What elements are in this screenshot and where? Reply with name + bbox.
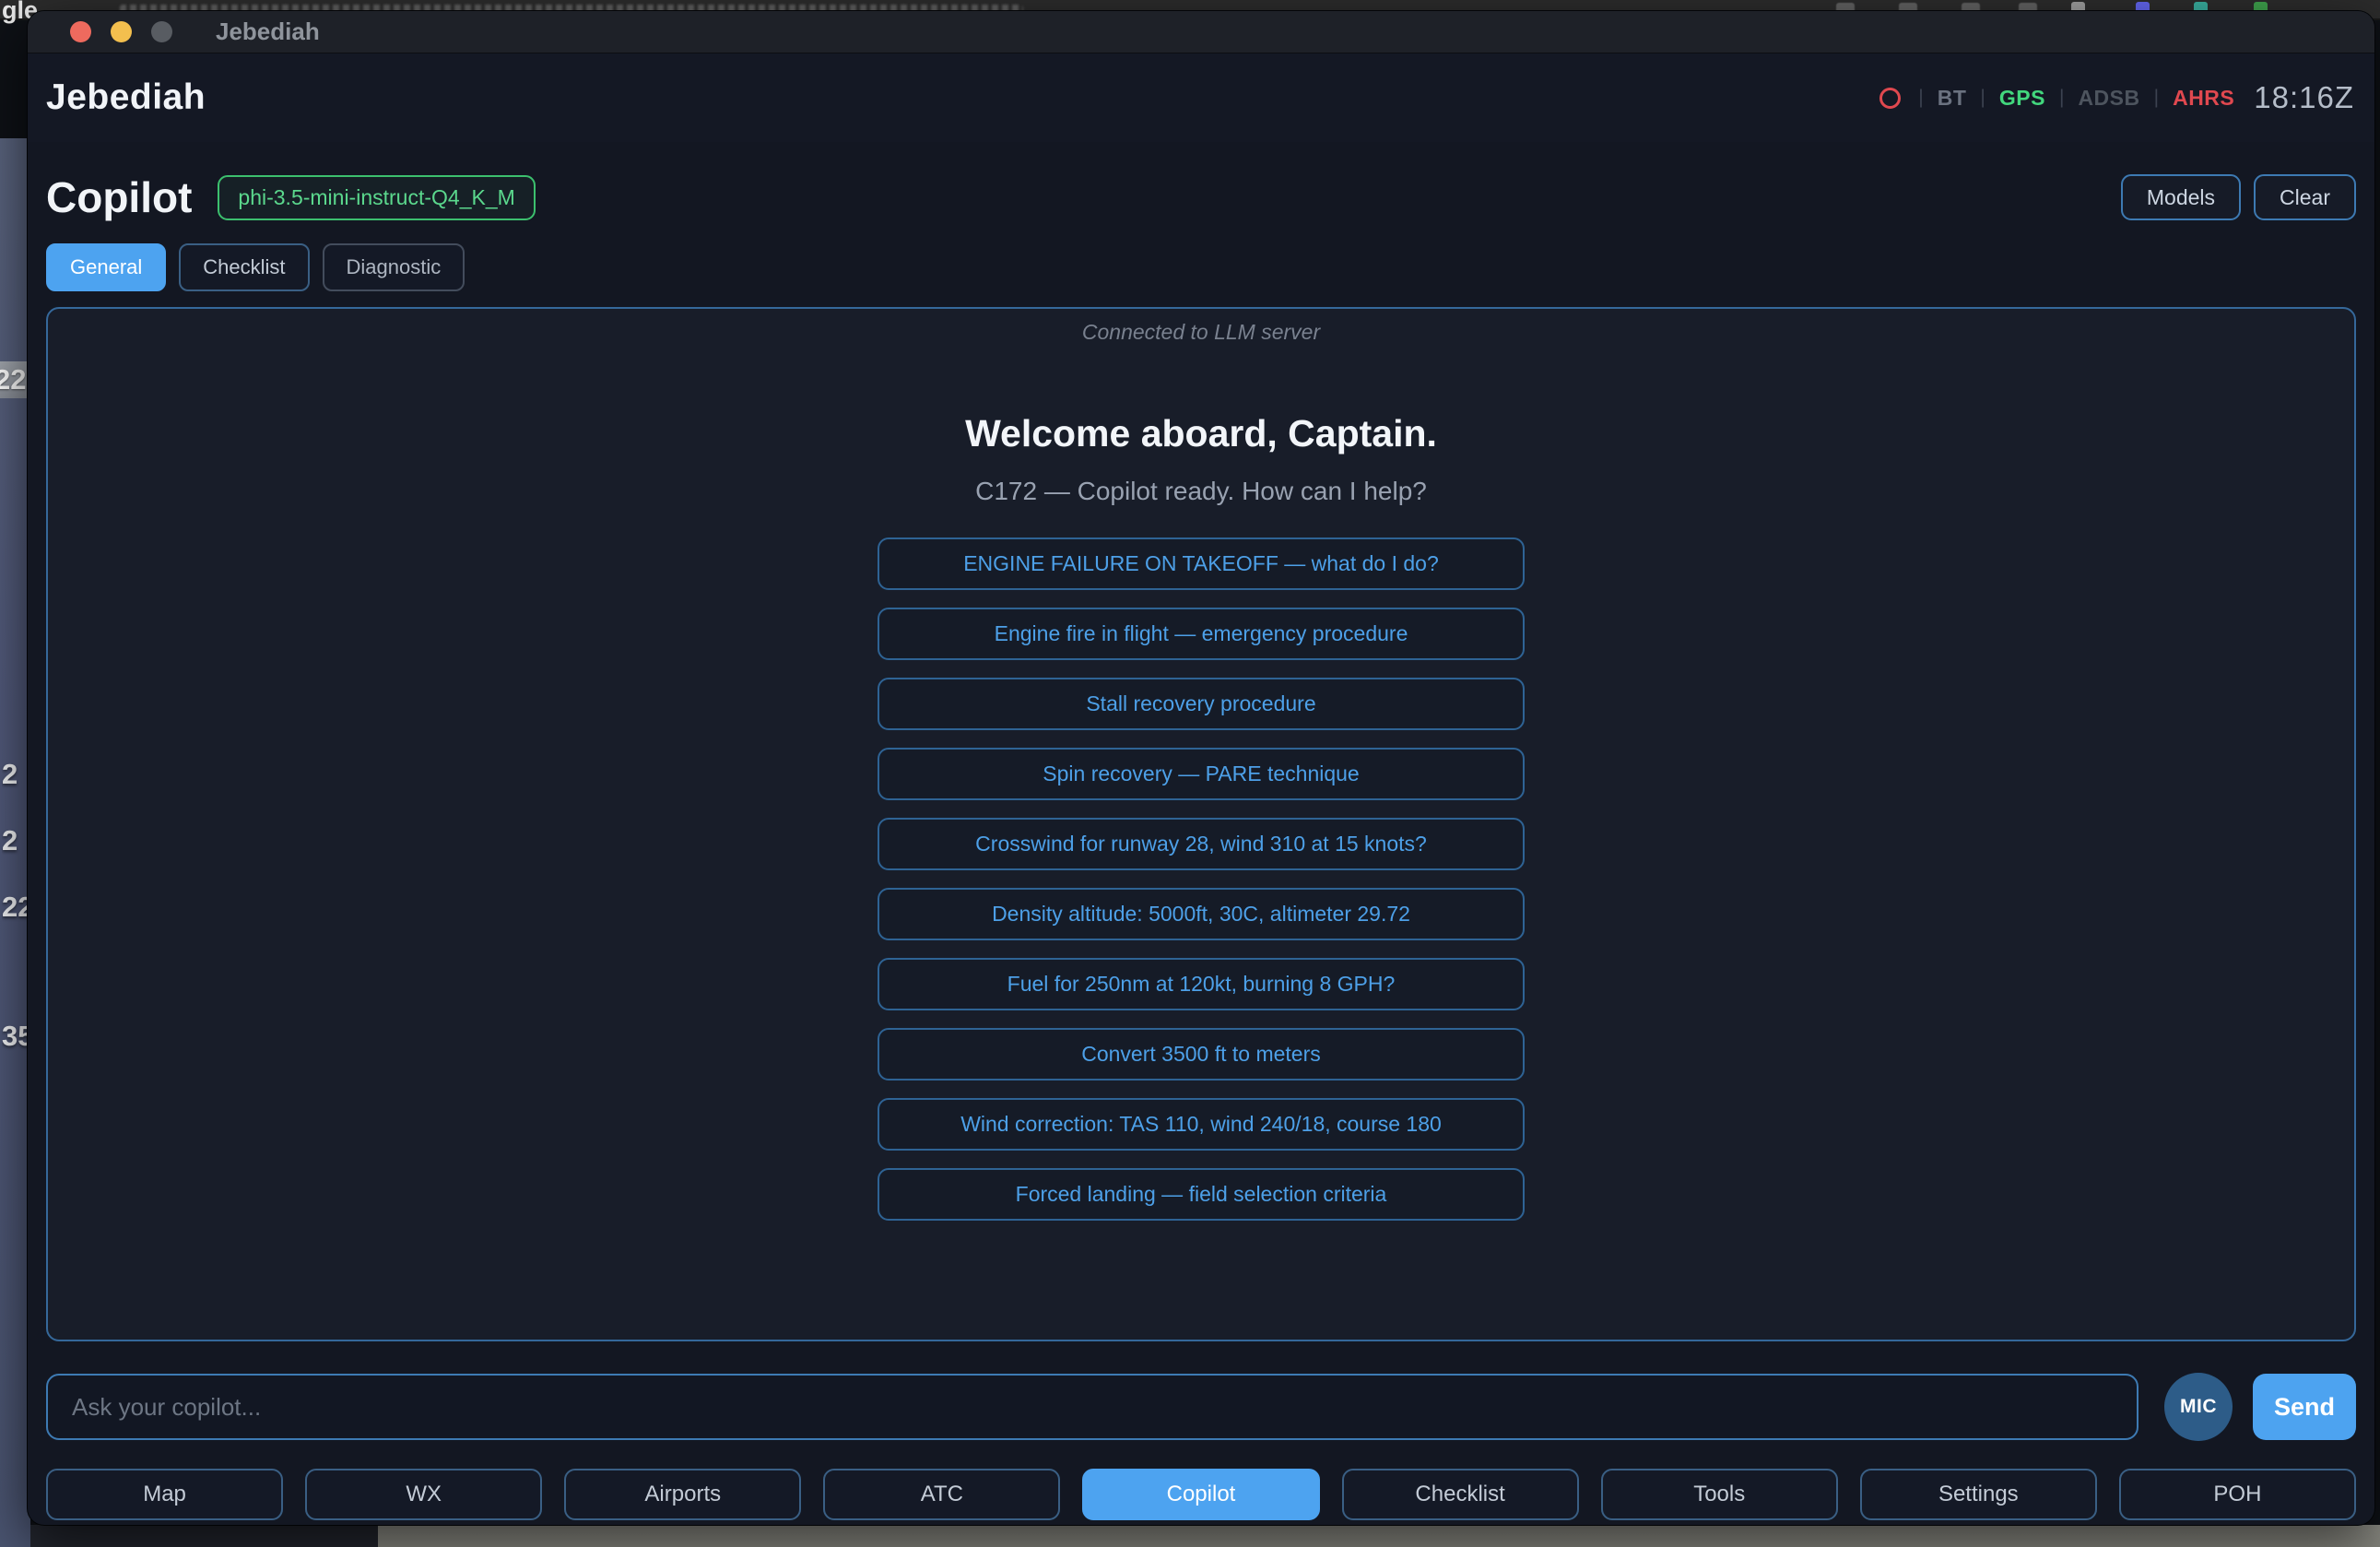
status-bt: BT: [1938, 86, 1967, 111]
composer-row: MIC Send: [46, 1372, 2356, 1442]
suggestion-button[interactable]: Convert 3500 ft to meters: [878, 1028, 1525, 1081]
suggestion-button[interactable]: ENGINE FAILURE ON TAKEOFF — what do I do…: [878, 537, 1525, 590]
nav-item-settings[interactable]: Settings: [1860, 1469, 2097, 1520]
status-separator: |: [2154, 87, 2159, 109]
close-button[interactable]: [70, 21, 91, 42]
window-title: Jebediah: [216, 18, 320, 46]
suggestion-button[interactable]: Fuel for 250nm at 120kt, burning 8 GPH?: [878, 958, 1525, 1010]
app-window: Jebediah Jebediah | BT | GPS | ADSB | AH…: [28, 11, 2374, 1525]
status-separator: |: [1980, 87, 1985, 109]
bottom-nav: Map WX Airports ATC Copilot Checklist To…: [46, 1469, 2356, 1520]
status-cluster: | BT | GPS | ADSB | AHRS 18:16Z: [1879, 80, 2354, 115]
copilot-input[interactable]: [46, 1374, 2138, 1440]
app-header: Jebediah | BT | GPS | ADSB | AHRS 18:16Z: [28, 53, 2374, 142]
nav-item-tools[interactable]: Tools: [1601, 1469, 1838, 1520]
screen: gle 22 2 2 22 35 Jebediah Jebediah: [0, 0, 2380, 1547]
tab-diagnostic[interactable]: Diagnostic: [323, 243, 465, 291]
chat-panel: Connected to LLM server Welcome aboard, …: [46, 307, 2356, 1341]
welcome-title: Welcome aboard, Captain.: [48, 412, 2354, 455]
tab-checklist[interactable]: Checklist: [179, 243, 309, 291]
background-bottom-strip: [378, 1525, 2380, 1547]
tab-general[interactable]: General: [46, 243, 166, 291]
connection-status: Connected to LLM server: [48, 320, 2354, 345]
nav-item-atc[interactable]: ATC: [823, 1469, 1060, 1520]
welcome-subtitle: C172 — Copilot ready. How can I help?: [48, 477, 2354, 506]
status-adsb: ADSB: [2078, 86, 2139, 111]
nav-item-checklist[interactable]: Checklist: [1342, 1469, 1579, 1520]
chat-mode-tabs: General Checklist Diagnostic: [46, 243, 465, 291]
nav-item-map[interactable]: Map: [46, 1469, 283, 1520]
app-title: Jebediah: [46, 77, 206, 118]
suggestion-button[interactable]: Stall recovery procedure: [878, 678, 1525, 730]
copilot-actions: Models Clear: [2121, 174, 2356, 220]
status-gps: GPS: [1999, 86, 2045, 111]
zoom-button[interactable]: [151, 21, 172, 42]
suggestion-button[interactable]: Wind correction: TAS 110, wind 240/18, c…: [878, 1098, 1525, 1151]
nav-item-copilot[interactable]: Copilot: [1082, 1469, 1319, 1520]
mic-button[interactable]: MIC: [2164, 1373, 2233, 1441]
suggestion-button[interactable]: Crosswind for runway 28, wind 310 at 15 …: [878, 818, 1525, 870]
model-badge: phi-3.5-mini-instruct-Q4_K_M: [218, 175, 535, 220]
nav-item-wx[interactable]: WX: [305, 1469, 542, 1520]
page-title: Copilot: [46, 172, 192, 222]
send-button[interactable]: Send: [2253, 1374, 2356, 1440]
suggestion-button[interactable]: Forced landing — field selection criteri…: [878, 1168, 1525, 1221]
nav-item-poh[interactable]: POH: [2119, 1469, 2356, 1520]
suggestion-list: ENGINE FAILURE ON TAKEOFF — what do I do…: [878, 537, 1525, 1221]
map-label: 22: [0, 363, 26, 396]
suggestion-button[interactable]: Engine fire in flight — emergency proced…: [878, 608, 1525, 660]
models-button[interactable]: Models: [2121, 174, 2241, 220]
nav-item-airports[interactable]: Airports: [564, 1469, 801, 1520]
suggestion-button[interactable]: Spin recovery — PARE technique: [878, 748, 1525, 800]
status-ahrs: AHRS: [2173, 86, 2234, 111]
suggestion-button[interactable]: Density altitude: 5000ft, 30C, altimeter…: [878, 888, 1525, 940]
copilot-header-row: Copilot phi-3.5-mini-instruct-Q4_K_M Mod…: [46, 159, 2356, 236]
window-titlebar: Jebediah: [28, 11, 2374, 53]
clear-button[interactable]: Clear: [2254, 174, 2356, 220]
status-separator: |: [1918, 87, 1923, 109]
background-map-strip: 22 2 2 22 35: [0, 138, 30, 1547]
minimize-button[interactable]: [111, 21, 132, 42]
zulu-clock: 18:16Z: [2254, 80, 2354, 115]
background-window-shadow: [30, 1525, 378, 1547]
map-label-badge: 22: [0, 361, 30, 398]
status-separator: |: [2059, 87, 2064, 109]
record-indicator-icon[interactable]: [1879, 88, 1901, 109]
